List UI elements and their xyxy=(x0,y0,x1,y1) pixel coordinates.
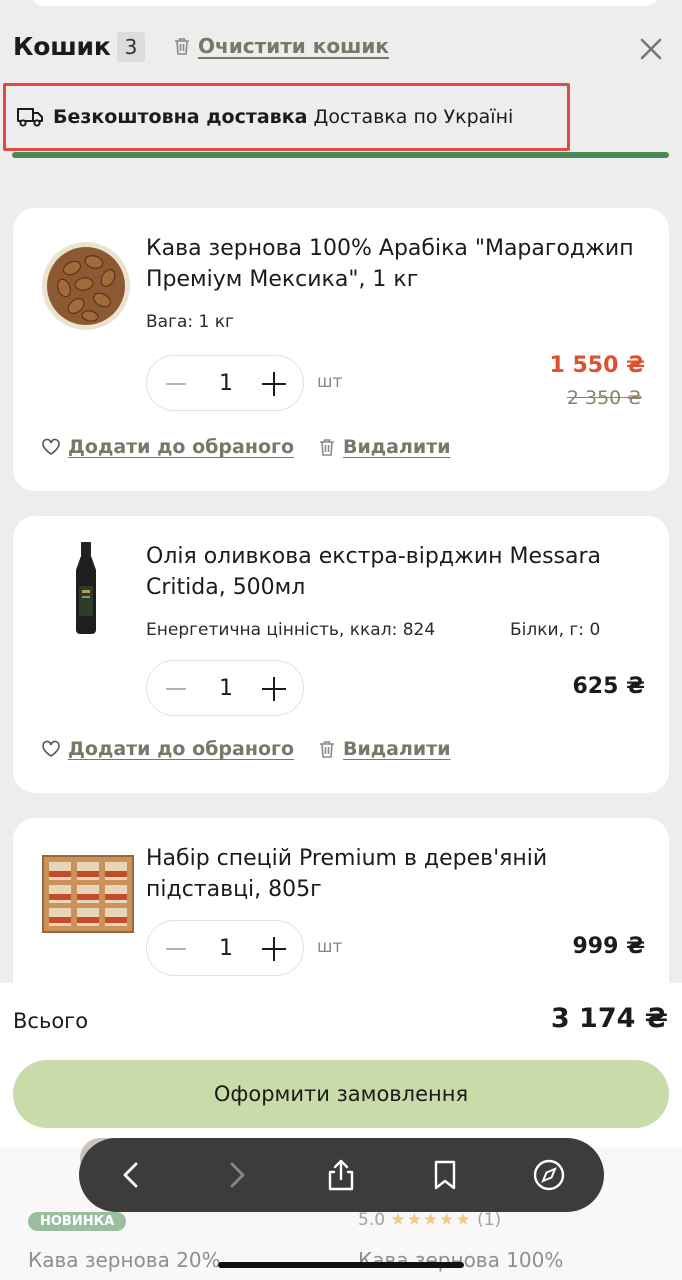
increase-button[interactable] xyxy=(262,937,286,961)
back-button[interactable] xyxy=(114,1157,150,1193)
cart-item: Кава зернова 100% Арабіка "Марагоджип Пр… xyxy=(13,208,669,491)
browser-toolbar xyxy=(79,1138,604,1212)
favorites-label: Додати до обраного xyxy=(68,738,294,760)
old-price: 2 350 ₴ xyxy=(566,387,642,409)
heart-icon xyxy=(42,740,60,757)
delivery-progress-fill xyxy=(12,152,669,158)
trash-icon xyxy=(320,741,334,758)
product-weight: Вага: 1 кг xyxy=(146,312,234,332)
cart-title: Кошик xyxy=(13,32,111,61)
clear-cart-button[interactable]: Очистити кошик xyxy=(173,34,389,58)
product-energy: Енергетична цінність, ккал: 824 xyxy=(146,620,436,640)
total-value: 3 174 ₴ xyxy=(550,1003,668,1034)
free-delivery-banner: Безкоштовна доставка Доставка по Україні xyxy=(3,83,570,151)
tabs-button[interactable] xyxy=(531,1157,567,1193)
add-to-favorites-button[interactable]: Додати до обраного xyxy=(41,436,294,458)
rating: 5.0 ★★★★★ (1) xyxy=(358,1210,501,1230)
unit-label: шт xyxy=(317,937,343,957)
close-button[interactable] xyxy=(636,34,666,64)
truck-icon xyxy=(17,108,43,127)
product-name: Кава зернова 20% xyxy=(28,1248,221,1272)
quantity-value[interactable]: 1 xyxy=(211,661,241,717)
clear-cart-label: Очистити кошик xyxy=(198,34,389,58)
delivery-sub: Доставка по Україні xyxy=(313,106,514,128)
price: 625 ₴ xyxy=(572,674,646,699)
quantity-stepper: 1 xyxy=(146,355,304,411)
product-name[interactable]: Кава зернова 100% Арабіка "Марагоджип Пр… xyxy=(146,233,656,295)
share-icon xyxy=(328,1159,354,1191)
delivery-text: Безкоштовна доставка Доставка по Україні xyxy=(53,106,513,128)
product-name[interactable]: Олія оливкова екстра-вірджин Messara Cri… xyxy=(146,541,656,603)
product-name[interactable]: Набір спецій Premium в дерев'яній підста… xyxy=(146,843,656,905)
product-protein: Білки, г: 0 xyxy=(510,620,601,640)
review-count: (1) xyxy=(477,1210,502,1230)
total-label: Всього xyxy=(13,1009,89,1033)
trash-icon xyxy=(320,439,334,456)
star-icons: ★★★★★ xyxy=(390,1210,472,1230)
bookmark-icon xyxy=(434,1160,456,1190)
increase-button[interactable] xyxy=(262,677,286,701)
cart-item: Олія оливкова екстра-вірджин Messara Cri… xyxy=(13,516,669,793)
heart-icon xyxy=(42,438,60,455)
favorites-label: Додати до обраного xyxy=(68,436,294,458)
product-image-spice-set xyxy=(37,848,137,944)
rating-value: 5.0 xyxy=(358,1210,386,1230)
increase-button[interactable] xyxy=(262,372,286,396)
sale-price: 1 550 ₴ xyxy=(549,353,645,378)
decrease-button[interactable] xyxy=(166,688,186,690)
delivery-progress xyxy=(12,152,669,158)
checkout-button[interactable]: Оформити замовлення xyxy=(13,1060,669,1128)
new-badge: НОВИНКА xyxy=(28,1212,127,1231)
chevron-left-icon xyxy=(123,1162,138,1188)
quantity-value[interactable]: 1 xyxy=(211,356,241,412)
cart-count-badge: 3 xyxy=(117,32,145,62)
trash-icon xyxy=(175,38,189,55)
decrease-button[interactable] xyxy=(166,383,186,385)
compass-icon xyxy=(533,1159,565,1191)
previous-sheet-edge xyxy=(30,0,660,6)
unit-label: шт xyxy=(317,372,343,392)
product-image-coffee xyxy=(38,238,134,334)
add-to-favorites-button[interactable]: Додати до обраного xyxy=(41,738,294,760)
price: 999 ₴ xyxy=(572,934,646,959)
product-name: Кава зернова 100% xyxy=(358,1248,564,1272)
remove-label: Видалити xyxy=(343,436,451,458)
decrease-button[interactable] xyxy=(166,948,186,950)
chevron-right-icon xyxy=(230,1162,245,1188)
quantity-stepper: 1 xyxy=(146,920,304,976)
share-button[interactable] xyxy=(323,1157,359,1193)
quantity-value[interactable]: 1 xyxy=(211,921,241,977)
remove-item-button[interactable]: Видалити xyxy=(318,738,451,760)
product-image-olive-oil xyxy=(38,538,134,634)
remove-item-button[interactable]: Видалити xyxy=(318,436,451,458)
remove-label: Видалити xyxy=(343,738,451,760)
delivery-bold: Безкоштовна доставка xyxy=(53,106,308,128)
bookmarks-button[interactable] xyxy=(427,1157,463,1193)
forward-button[interactable] xyxy=(218,1157,254,1193)
close-icon xyxy=(640,38,662,60)
cart-header: Кошик 3 Очистити кошик xyxy=(0,22,682,76)
home-indicator xyxy=(218,1262,464,1268)
quantity-stepper: 1 xyxy=(146,660,304,716)
